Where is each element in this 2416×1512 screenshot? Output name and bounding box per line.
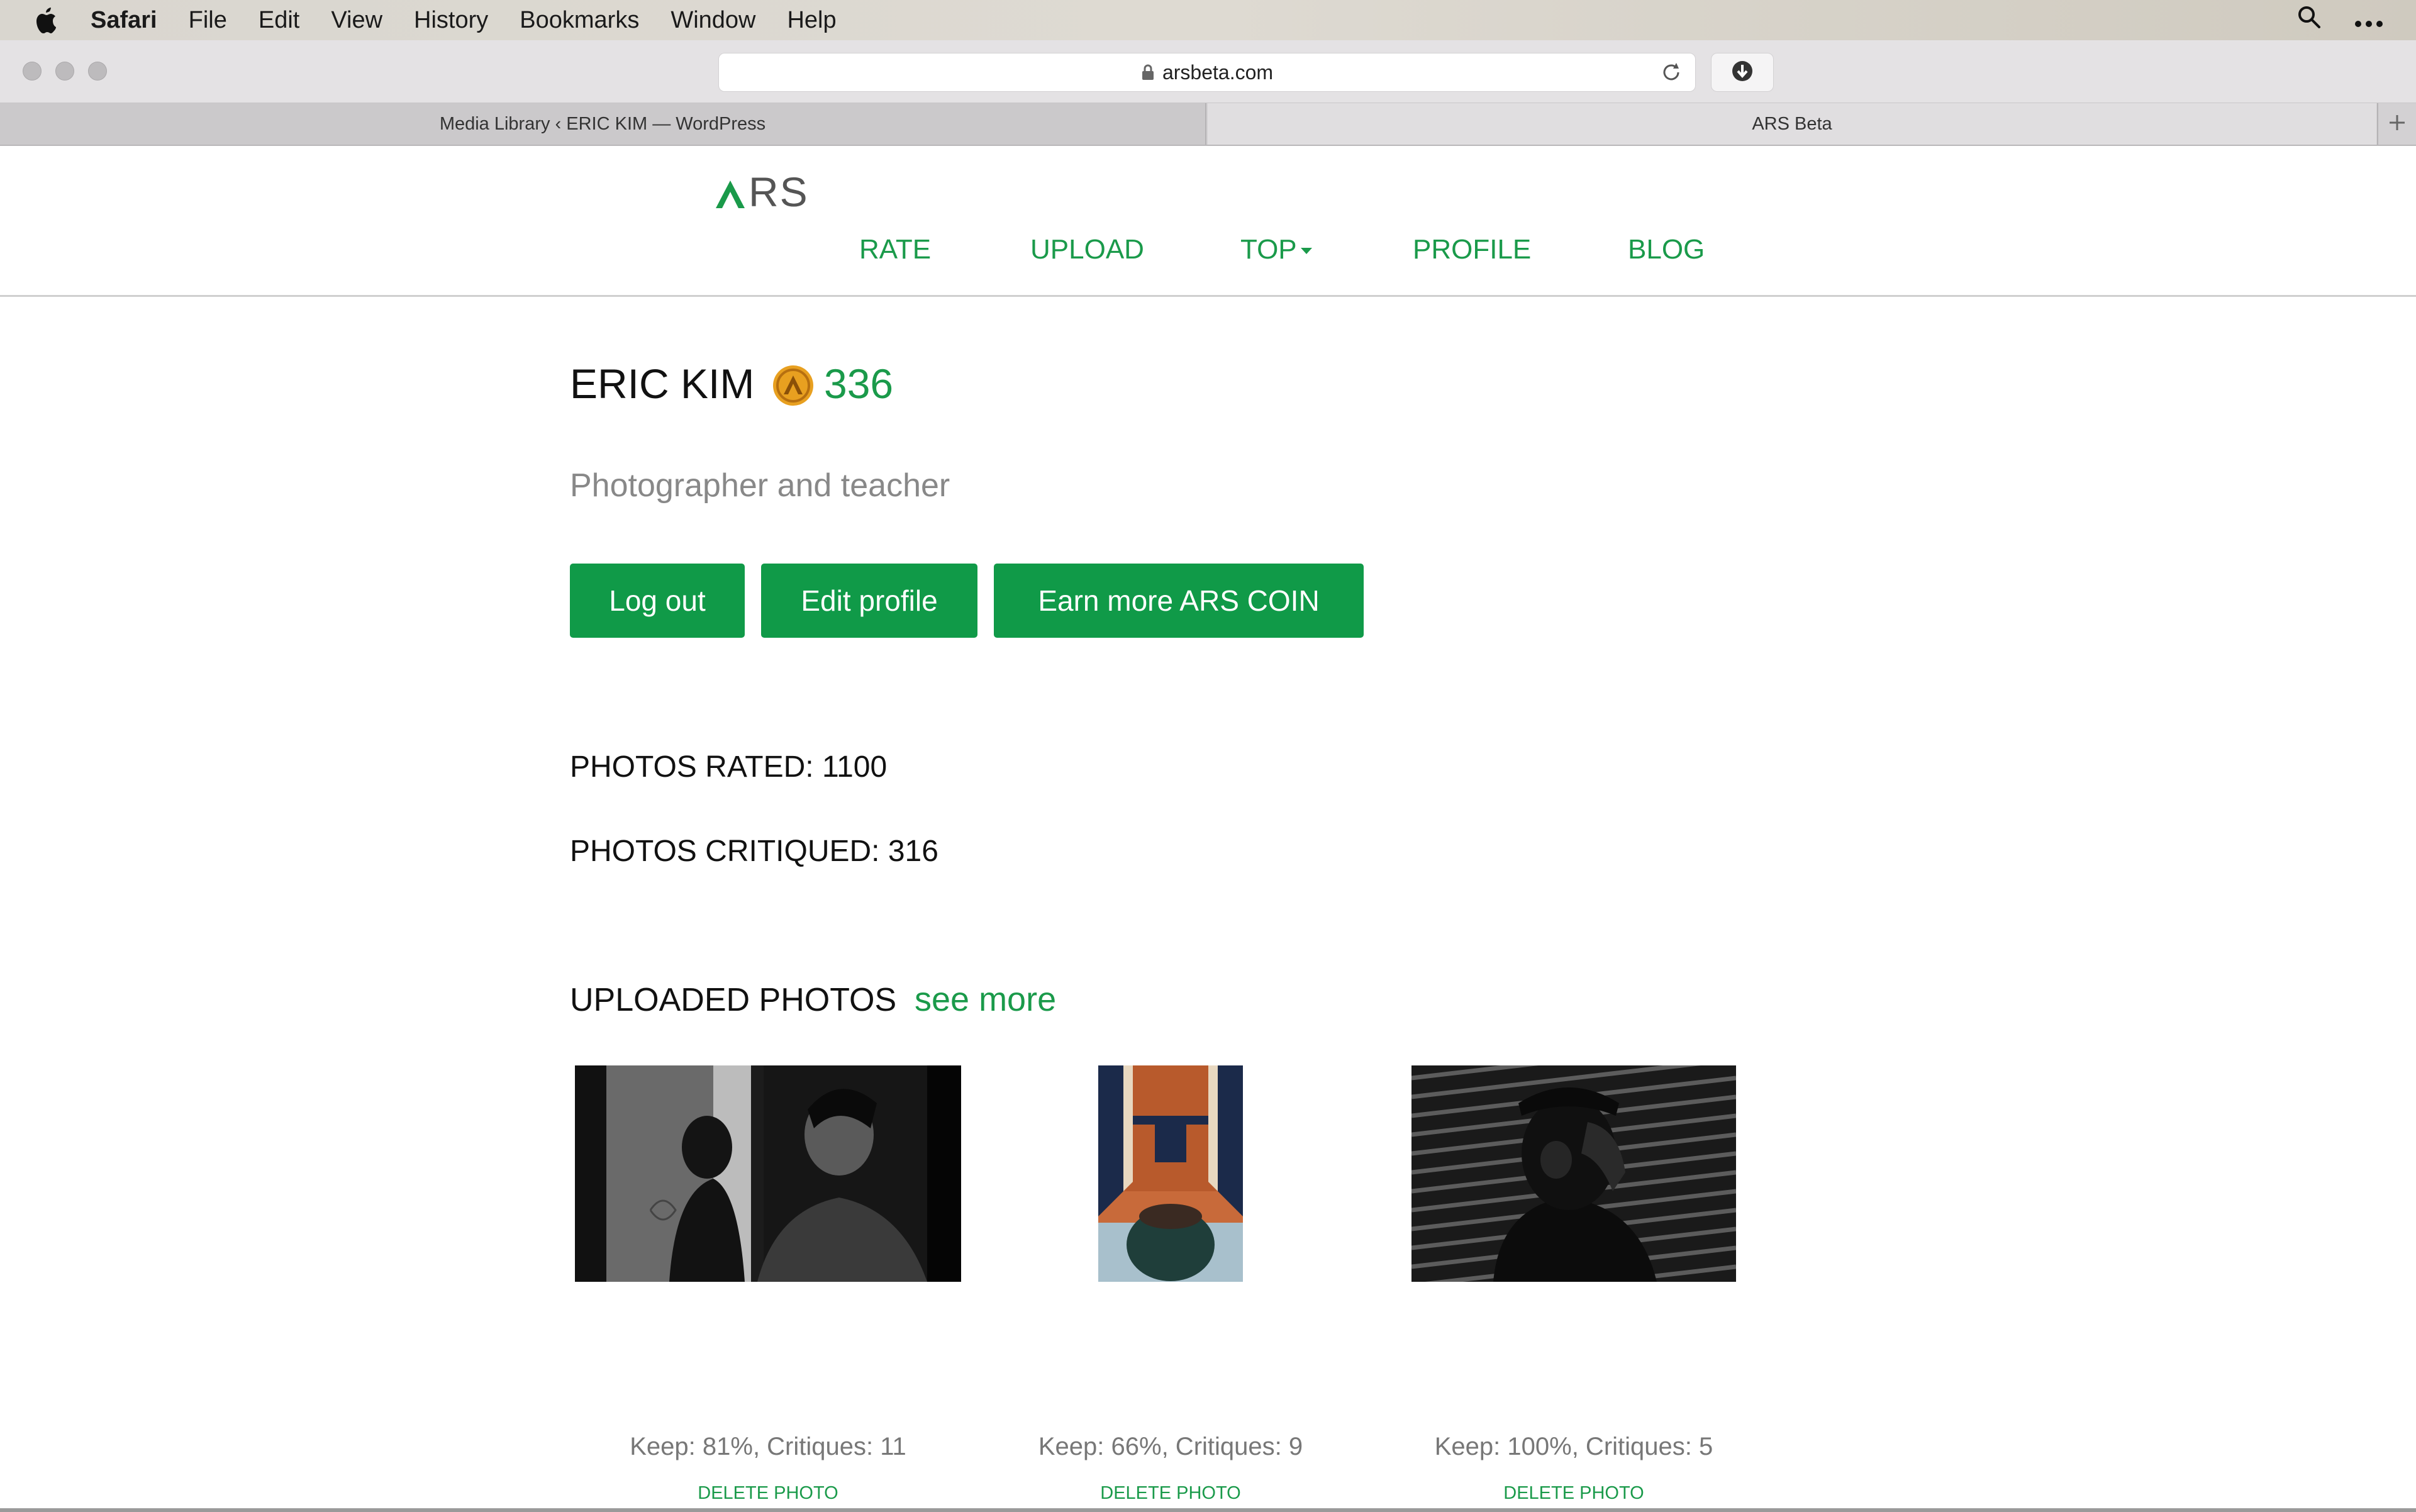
spotlight-search-icon[interactable] bbox=[2296, 4, 2322, 36]
uploaded-photos-heading: UPLOADED PHOTOS bbox=[570, 982, 897, 1018]
download-icon bbox=[1731, 60, 1754, 86]
address-bar[interactable]: arsbeta.com bbox=[718, 53, 1696, 92]
logout-button[interactable]: Log out bbox=[570, 564, 745, 638]
tab-media-library[interactable]: Media Library ‹ ERIC KIM — WordPress bbox=[0, 103, 1206, 145]
tab-bar: Media Library ‹ ERIC KIM — WordPress ARS… bbox=[0, 103, 2416, 146]
coin-balance: 336 bbox=[824, 360, 894, 407]
menu-bar: Safari File Edit View History Bookmarks … bbox=[0, 0, 2416, 40]
web-page: RS RATE UPLOAD TOP PROFILE BLOG ERIC KIM… bbox=[0, 146, 2416, 1512]
window-controls bbox=[23, 62, 107, 81]
nav-top[interactable]: TOP bbox=[1240, 234, 1312, 265]
reload-icon[interactable] bbox=[1660, 61, 1683, 89]
nav-profile[interactable]: PROFILE bbox=[1413, 234, 1531, 265]
menu-history[interactable]: History bbox=[414, 0, 488, 40]
ars-logo[interactable]: RS bbox=[715, 171, 809, 213]
photo-1-stats: Keep: 81%, Critiques: 11 bbox=[630, 1433, 906, 1460]
apple-icon[interactable] bbox=[34, 6, 58, 34]
new-tab-button[interactable] bbox=[2377, 103, 2416, 145]
profile-bio: Photographer and teacher bbox=[570, 467, 950, 504]
plus-icon bbox=[2388, 113, 2407, 135]
photo-3-stats: Keep: 100%, Critiques: 5 bbox=[1434, 1433, 1713, 1460]
nav-rate[interactable]: RATE bbox=[859, 234, 931, 265]
lock-icon bbox=[1141, 64, 1155, 81]
ars-logo-mark-icon bbox=[715, 179, 746, 213]
window-bottom-edge bbox=[0, 1508, 2416, 1512]
minimize-window-button[interactable] bbox=[55, 62, 74, 81]
close-window-button[interactable] bbox=[23, 62, 42, 81]
photos-critiqued-stat: PHOTOS CRITIQUED: 316 bbox=[570, 835, 938, 868]
menu-bookmarks[interactable]: Bookmarks bbox=[520, 0, 639, 40]
browser-toolbar: arsbeta.com bbox=[0, 40, 2416, 103]
photos-rated-stat: PHOTOS RATED: 1100 bbox=[570, 750, 888, 784]
nav-upload[interactable]: UPLOAD bbox=[1030, 234, 1144, 265]
earn-coin-button[interactable]: Earn more ARS COIN bbox=[994, 564, 1364, 638]
logo-text: RS bbox=[749, 169, 809, 215]
delete-photo-3-link[interactable]: DELETE PHOTO bbox=[1385, 1483, 1762, 1504]
profile-name: ERIC KIM bbox=[570, 360, 755, 407]
uploaded-photo-3[interactable] bbox=[1411, 1065, 1736, 1282]
downloads-button[interactable] bbox=[1711, 53, 1774, 92]
tab-ars-beta[interactable]: ARS Beta bbox=[1208, 103, 2376, 145]
menu-help[interactable]: Help bbox=[787, 0, 836, 40]
uploaded-photo-2[interactable] bbox=[1098, 1065, 1243, 1282]
menu-safari[interactable]: Safari bbox=[91, 0, 157, 40]
caret-down-icon bbox=[1300, 248, 1312, 255]
zoom-window-button[interactable] bbox=[88, 62, 107, 81]
url-text: arsbeta.com bbox=[1162, 60, 1274, 84]
site-header: RS RATE UPLOAD TOP PROFILE BLOG bbox=[0, 146, 2416, 297]
menu-window[interactable]: Window bbox=[671, 0, 755, 40]
nav-top-label: TOP bbox=[1240, 234, 1297, 265]
ars-coin-icon bbox=[772, 365, 814, 406]
delete-photo-1-link[interactable]: DELETE PHOTO bbox=[569, 1483, 967, 1504]
nav-blog[interactable]: BLOG bbox=[1628, 234, 1705, 265]
edit-profile-button[interactable]: Edit profile bbox=[761, 564, 977, 638]
menu-view[interactable]: View bbox=[331, 0, 382, 40]
photo-2-stats: Keep: 66%, Critiques: 9 bbox=[1038, 1433, 1303, 1460]
delete-photo-2-link[interactable]: DELETE PHOTO bbox=[998, 1483, 1344, 1504]
menu-file[interactable]: File bbox=[189, 0, 227, 40]
see-more-link[interactable]: see more bbox=[915, 980, 1056, 1019]
more-icon[interactable] bbox=[2354, 7, 2383, 34]
uploaded-photo-1[interactable] bbox=[575, 1065, 961, 1282]
menu-edit[interactable]: Edit bbox=[259, 0, 299, 40]
